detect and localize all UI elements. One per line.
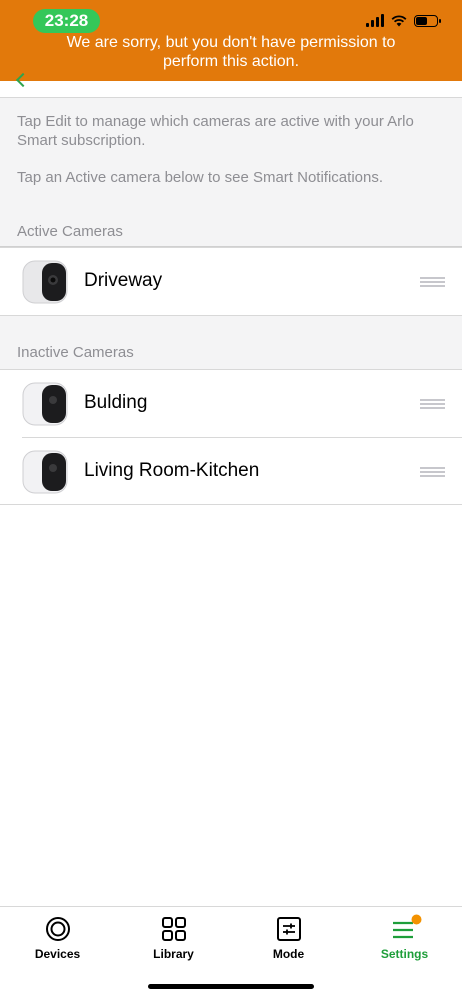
home-indicator	[148, 984, 314, 989]
camera-thumbnail-icon	[22, 382, 68, 426]
tab-library[interactable]: Library	[116, 907, 231, 967]
nav-header	[0, 72, 462, 98]
tab-settings[interactable]: Settings	[347, 907, 462, 967]
camera-row-driveway[interactable]: Driveway	[0, 248, 462, 315]
info-text-active: Tap an Active camera below to see Smart …	[17, 169, 384, 186]
notification-badge-icon	[411, 914, 422, 925]
cellular-signal-icon	[366, 14, 384, 27]
tab-label: Mode	[272, 947, 305, 961]
permission-error-message: We are sorry, but you don't have permiss…	[66, 34, 396, 70]
active-cameras-header: Active Cameras	[17, 223, 123, 240]
status-icons	[366, 14, 441, 27]
error-banner: 23:28 We are sorry, but you don't have p…	[0, 0, 462, 81]
camera-name: Driveway	[84, 270, 163, 291]
camera-name: Living Room-Kitchen	[84, 460, 260, 481]
tab-label: Settings	[380, 947, 429, 961]
camera-row-living-room-kitchen[interactable]: Living Room-Kitchen	[0, 438, 462, 505]
drag-handle-icon[interactable]	[420, 277, 445, 287]
tab-mode[interactable]: Mode	[231, 907, 346, 967]
camera-thumbnail-icon	[22, 450, 68, 494]
divider	[0, 247, 462, 248]
drag-handle-icon[interactable]	[420, 467, 445, 477]
library-grid-icon	[162, 917, 186, 941]
devices-icon	[46, 917, 70, 941]
divider	[0, 504, 462, 505]
info-section: Tap Edit to manage which cameras are act…	[0, 98, 462, 247]
mode-sliders-icon	[277, 917, 301, 941]
wifi-icon	[391, 14, 407, 26]
status-time: 23:28	[33, 9, 100, 33]
battery-icon	[414, 14, 441, 27]
camera-name: Bulding	[84, 392, 148, 413]
camera-row-bulding[interactable]: Bulding	[0, 370, 462, 437]
tab-devices[interactable]: Devices	[0, 907, 115, 967]
tab-label: Devices	[34, 947, 81, 961]
info-text-edit: Tap Edit to manage which cameras are act…	[17, 113, 414, 149]
drag-handle-icon[interactable]	[420, 399, 445, 409]
inactive-cameras-header: Inactive Cameras	[17, 344, 134, 361]
tab-label: Library	[153, 947, 194, 961]
inactive-section-bg: Inactive Cameras	[0, 316, 462, 369]
camera-thumbnail-icon	[22, 260, 68, 304]
